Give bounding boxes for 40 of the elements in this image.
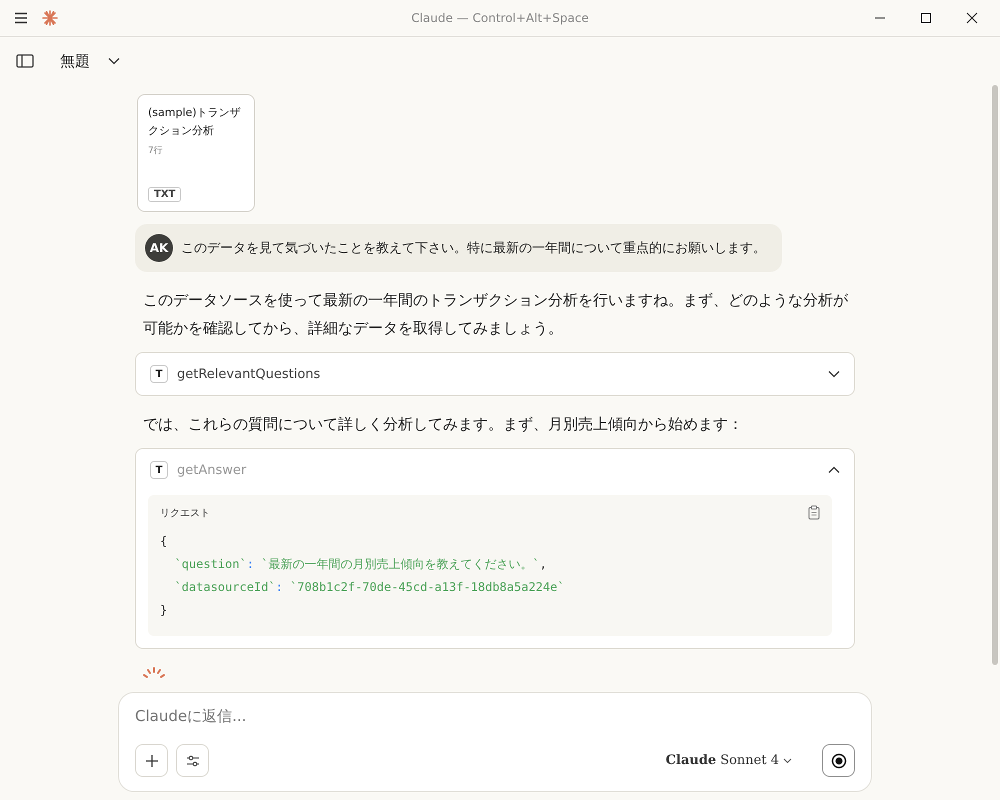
assistant-text: では、これらの質問について詳しく分析してみます。まず、月別売上傾向から始めます： bbox=[143, 414, 744, 435]
menu-icon[interactable] bbox=[14, 12, 28, 24]
sliders-icon bbox=[186, 754, 200, 766]
add-button[interactable] bbox=[135, 744, 168, 777]
assistant-text: このデータソースを使って最新の一年間のトランザクション分析を行いますね。まず、どのような分析が可能かを確認してから、詳細なデータを取得してみましょう。 bbox=[143, 290, 849, 339]
tool-name: getAnswer bbox=[177, 462, 246, 478]
attachment-name: (sample)トランザクション分析 bbox=[148, 105, 242, 139]
code-line: { bbox=[160, 533, 168, 550]
plus-icon bbox=[144, 754, 158, 768]
chevron-down-icon[interactable] bbox=[828, 370, 840, 378]
clipboard-icon[interactable] bbox=[808, 505, 820, 520]
scrollbar[interactable] bbox=[992, 85, 998, 665]
chevron-down-icon bbox=[783, 758, 792, 764]
maximize-icon[interactable] bbox=[920, 12, 932, 24]
tool-call-header[interactable]: T getAnswer bbox=[136, 449, 854, 491]
reply-input-field[interactable]: Claudeに返信... bbox=[135, 707, 855, 725]
user-message-text: このデータを見て気づいたことを教えて下さい。特に最新の一年間について重点的にお願いします。 bbox=[181, 240, 766, 257]
chevron-down-icon bbox=[108, 57, 120, 65]
tools-button[interactable] bbox=[176, 744, 209, 777]
user-avatar: AK bbox=[145, 234, 173, 262]
model-selector[interactable]: Claude Sonnet 4 bbox=[660, 752, 798, 769]
code-line: `datasourceId`: `708b1c2f-70de-45cd-a13f-18db8a5a224e` bbox=[173, 579, 565, 596]
chevron-up-icon[interactable] bbox=[828, 466, 840, 474]
file-type-tag: TXT bbox=[148, 187, 182, 202]
sidebar-toggle-icon[interactable] bbox=[16, 54, 34, 68]
attachment-card[interactable]: (sample)トランザクション分析 7行 TXT bbox=[137, 94, 255, 212]
code-line: } bbox=[160, 602, 168, 619]
request-label: リクエスト bbox=[160, 506, 210, 520]
window-title: Claude — Control+Alt+Space bbox=[411, 11, 589, 25]
record-button[interactable] bbox=[822, 744, 855, 777]
asterisk-logo-icon bbox=[42, 10, 58, 26]
tool-call-header[interactable]: T getRelevantQuestions bbox=[136, 353, 854, 395]
chat-title-dropdown[interactable]: 無題 bbox=[60, 52, 120, 70]
tool-badge: T bbox=[150, 365, 168, 383]
attachment-meta: 7行 bbox=[148, 145, 163, 157]
close-icon[interactable] bbox=[966, 12, 978, 24]
record-icon bbox=[830, 752, 846, 768]
code-line: `question`: `最新の一年間の月別売上傾向を教えてください。`, bbox=[173, 556, 547, 573]
tool-name: getRelevantQuestions bbox=[177, 366, 320, 382]
tool-badge: T bbox=[150, 461, 168, 479]
